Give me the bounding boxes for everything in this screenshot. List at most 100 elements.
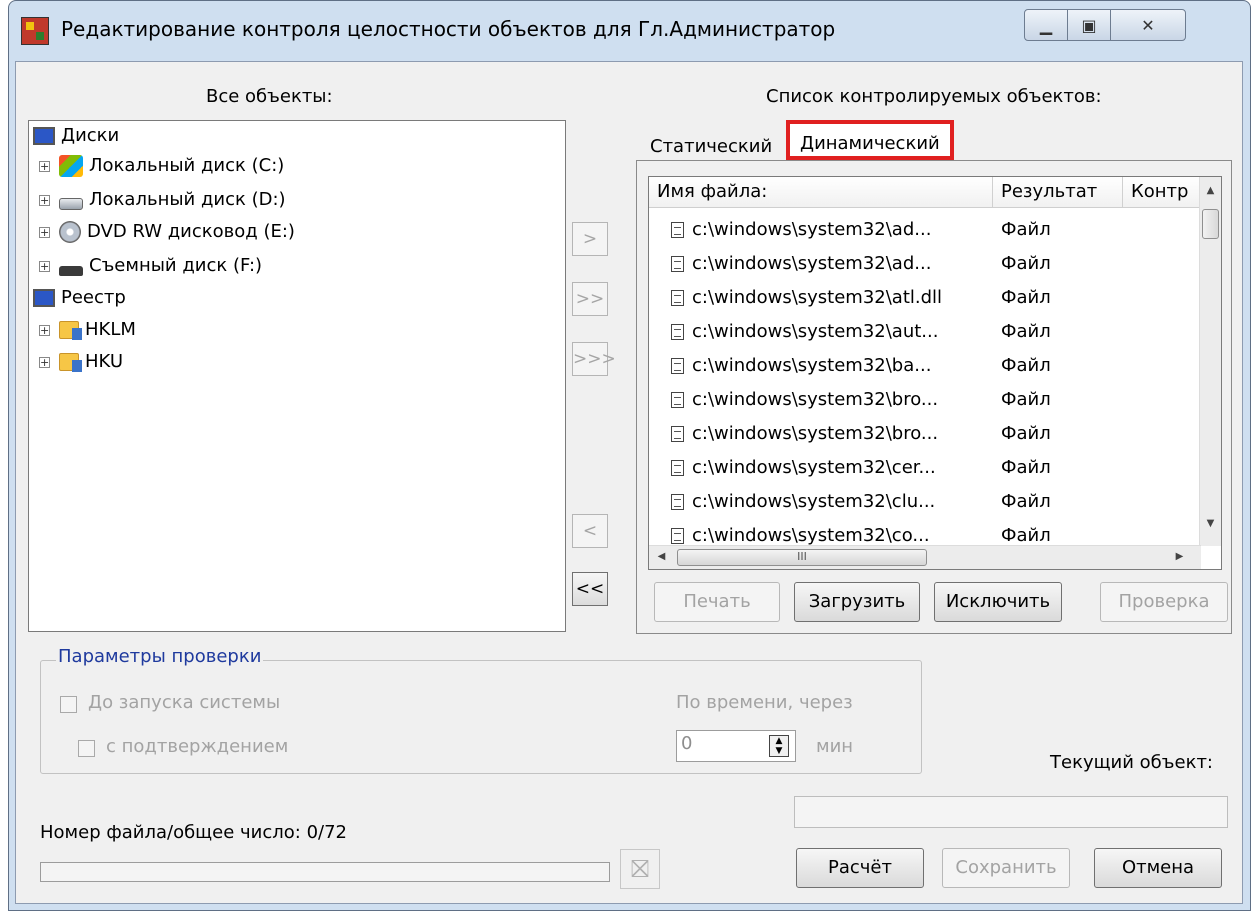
minutes-unit-label: мин	[816, 736, 854, 757]
file-icon	[671, 222, 684, 238]
result-cell: Файл	[1001, 253, 1051, 274]
removable-drive-icon	[59, 266, 83, 276]
result-cell: Файл	[1001, 287, 1051, 308]
minutes-spinbox[interactable]: 0 ▲ ▼	[676, 730, 796, 762]
file-counter-value: 0/72	[306, 822, 347, 843]
hscroll-thumb[interactable]: III	[677, 549, 927, 566]
add-group-button[interactable]: >>	[572, 282, 608, 316]
table-row[interactable]: c:\windows\system32\ba... Файл	[649, 349, 1189, 383]
tab-static[interactable]: Статический	[644, 130, 778, 164]
print-button[interactable]: Печать	[654, 582, 780, 622]
current-object-label: Текущий объект:	[1050, 752, 1213, 773]
tree-item-hku[interactable]: HKU	[59, 347, 123, 377]
vertical-scrollbar[interactable]: ▲ ▼	[1199, 177, 1221, 546]
file-name-cell: c:\windows\system32\cer...	[671, 451, 991, 485]
table-row[interactable]: c:\windows\system32\clu... Файл	[649, 485, 1189, 519]
column-header-result[interactable]: Результат	[993, 177, 1123, 207]
load-button[interactable]: Загрузить	[794, 582, 920, 622]
tab-dynamic[interactable]: Динамический	[786, 120, 954, 160]
file-icon	[671, 460, 684, 476]
dialog-window: Редактирование контроля целостности объе…	[8, 0, 1251, 911]
file-name: c:\windows\system32\ad...	[692, 219, 932, 240]
hard-drive-icon	[59, 198, 83, 210]
result-cell: Файл	[1001, 423, 1051, 444]
result-cell: Файл	[1001, 389, 1051, 410]
close-button[interactable]: ✕	[1110, 9, 1186, 41]
column-header-filename[interactable]: Имя файла:	[649, 177, 993, 207]
maximize-icon: ▣	[1081, 15, 1097, 35]
tree-item-label: Съемный диск (F:)	[89, 255, 263, 276]
objects-tree[interactable]: Диски Локальный диск (C:) + Локальный ди…	[28, 120, 566, 632]
with-confirm-checkbox[interactable]	[78, 740, 95, 757]
file-name: c:\windows\system32\clu...	[692, 491, 936, 512]
tree-item-drive-c[interactable]: Локальный диск (C:)	[59, 151, 284, 181]
scroll-up-icon[interactable]: ▲	[1200, 181, 1221, 201]
scroll-right-icon[interactable]: ▶	[1169, 547, 1190, 567]
file-name-cell: c:\windows\system32\atl.dll	[671, 281, 991, 315]
expand-icon[interactable]: +	[39, 261, 50, 272]
tree-item-registry[interactable]: Реестр	[33, 283, 126, 313]
stop-button[interactable]: ⛝	[620, 849, 660, 889]
add-one-button[interactable]: >	[572, 222, 608, 256]
file-icon	[671, 324, 684, 340]
controlled-files-list[interactable]: Имя файла: Результат Контр c:\windows\sy…	[648, 176, 1222, 570]
file-counter-label: Номер файла/общее число: 0/72	[40, 822, 347, 843]
expand-icon[interactable]: +	[39, 357, 50, 368]
calc-button[interactable]: Расчёт	[796, 848, 924, 888]
file-name-cell: c:\windows\system32\ad...	[671, 247, 991, 281]
table-row[interactable]: c:\windows\system32\ad... Файл	[649, 213, 1189, 247]
scroll-down-icon[interactable]: ▼	[1200, 514, 1221, 534]
title-bar[interactable]: Редактирование контроля целостности объе…	[9, 1, 1250, 61]
list-header: Имя файла: Результат Контр	[649, 177, 1221, 208]
tree-item-label: Локальный диск (C:)	[89, 155, 285, 176]
file-name: c:\windows\system32\atl.dll	[692, 287, 943, 308]
tree-item-disks[interactable]: Диски	[33, 121, 119, 151]
file-icon	[671, 426, 684, 442]
expand-icon[interactable]: +	[39, 227, 50, 238]
tree-item-label: HKLM	[85, 319, 136, 340]
maximize-button[interactable]: ▣	[1067, 9, 1111, 41]
current-object-field	[794, 796, 1228, 828]
scroll-left-icon[interactable]: ◀	[651, 547, 672, 567]
registry-folder-icon	[59, 353, 82, 372]
table-row[interactable]: c:\windows\system32\atl.dll Файл	[649, 281, 1189, 315]
add-all-button[interactable]: >>>	[572, 342, 616, 376]
table-row[interactable]: c:\windows\system32\ad... Файл	[649, 247, 1189, 281]
remove-all-button[interactable]: <<	[572, 572, 608, 606]
spin-arrows-icon[interactable]: ▲ ▼	[769, 735, 789, 757]
dvd-drive-icon	[59, 221, 81, 243]
expand-icon[interactable]: +	[39, 195, 50, 206]
expand-icon[interactable]: +	[39, 325, 50, 336]
horizontal-scrollbar[interactable]: ◀ III ▶	[649, 545, 1201, 569]
file-icon	[671, 528, 684, 544]
table-row[interactable]: c:\windows\system32\cer... Файл	[649, 451, 1189, 485]
save-button[interactable]: Сохранить	[942, 848, 1070, 888]
cancel-button[interactable]: Отмена	[1094, 848, 1222, 888]
tree-item-label: HKU	[85, 351, 124, 372]
tree-item-label: Диски	[61, 125, 120, 146]
check-button[interactable]: Проверка	[1100, 582, 1228, 622]
table-row[interactable]: c:\windows\system32\bro... Файл	[649, 383, 1189, 417]
tree-item-drive-e[interactable]: DVD RW дисковод (E:)	[59, 217, 295, 247]
with-confirm-label: с подтверждением	[106, 736, 289, 757]
table-row[interactable]: c:\windows\system32\bro... Файл	[649, 417, 1189, 451]
check-params-title: Параметры проверки	[56, 646, 264, 667]
before-start-checkbox[interactable]	[60, 696, 77, 713]
tree-item-drive-f[interactable]: Съемный диск (F:)	[59, 251, 262, 281]
all-objects-label: Все объекты:	[206, 86, 333, 107]
file-icon	[671, 358, 684, 374]
table-row[interactable]: c:\windows\system32\aut... Файл	[649, 315, 1189, 349]
file-icon	[671, 494, 684, 510]
expand-icon[interactable]: +	[39, 161, 50, 172]
tree-item-hklm[interactable]: HKLM	[59, 315, 136, 345]
minimize-button[interactable]: ▁	[1024, 9, 1068, 41]
scroll-thumb[interactable]	[1202, 209, 1219, 239]
file-name-cell: c:\windows\system32\bro...	[671, 417, 991, 451]
file-name-cell: c:\windows\system32\bro...	[671, 383, 991, 417]
file-name: c:\windows\system32\ba...	[692, 355, 932, 376]
tree-item-drive-d[interactable]: Локальный диск (D:)	[59, 185, 286, 215]
result-cell: Файл	[1001, 321, 1051, 342]
exclude-button[interactable]: Исключить	[934, 582, 1062, 622]
remove-one-button[interactable]: <	[572, 514, 608, 548]
column-header-control[interactable]: Контр	[1123, 177, 1203, 207]
